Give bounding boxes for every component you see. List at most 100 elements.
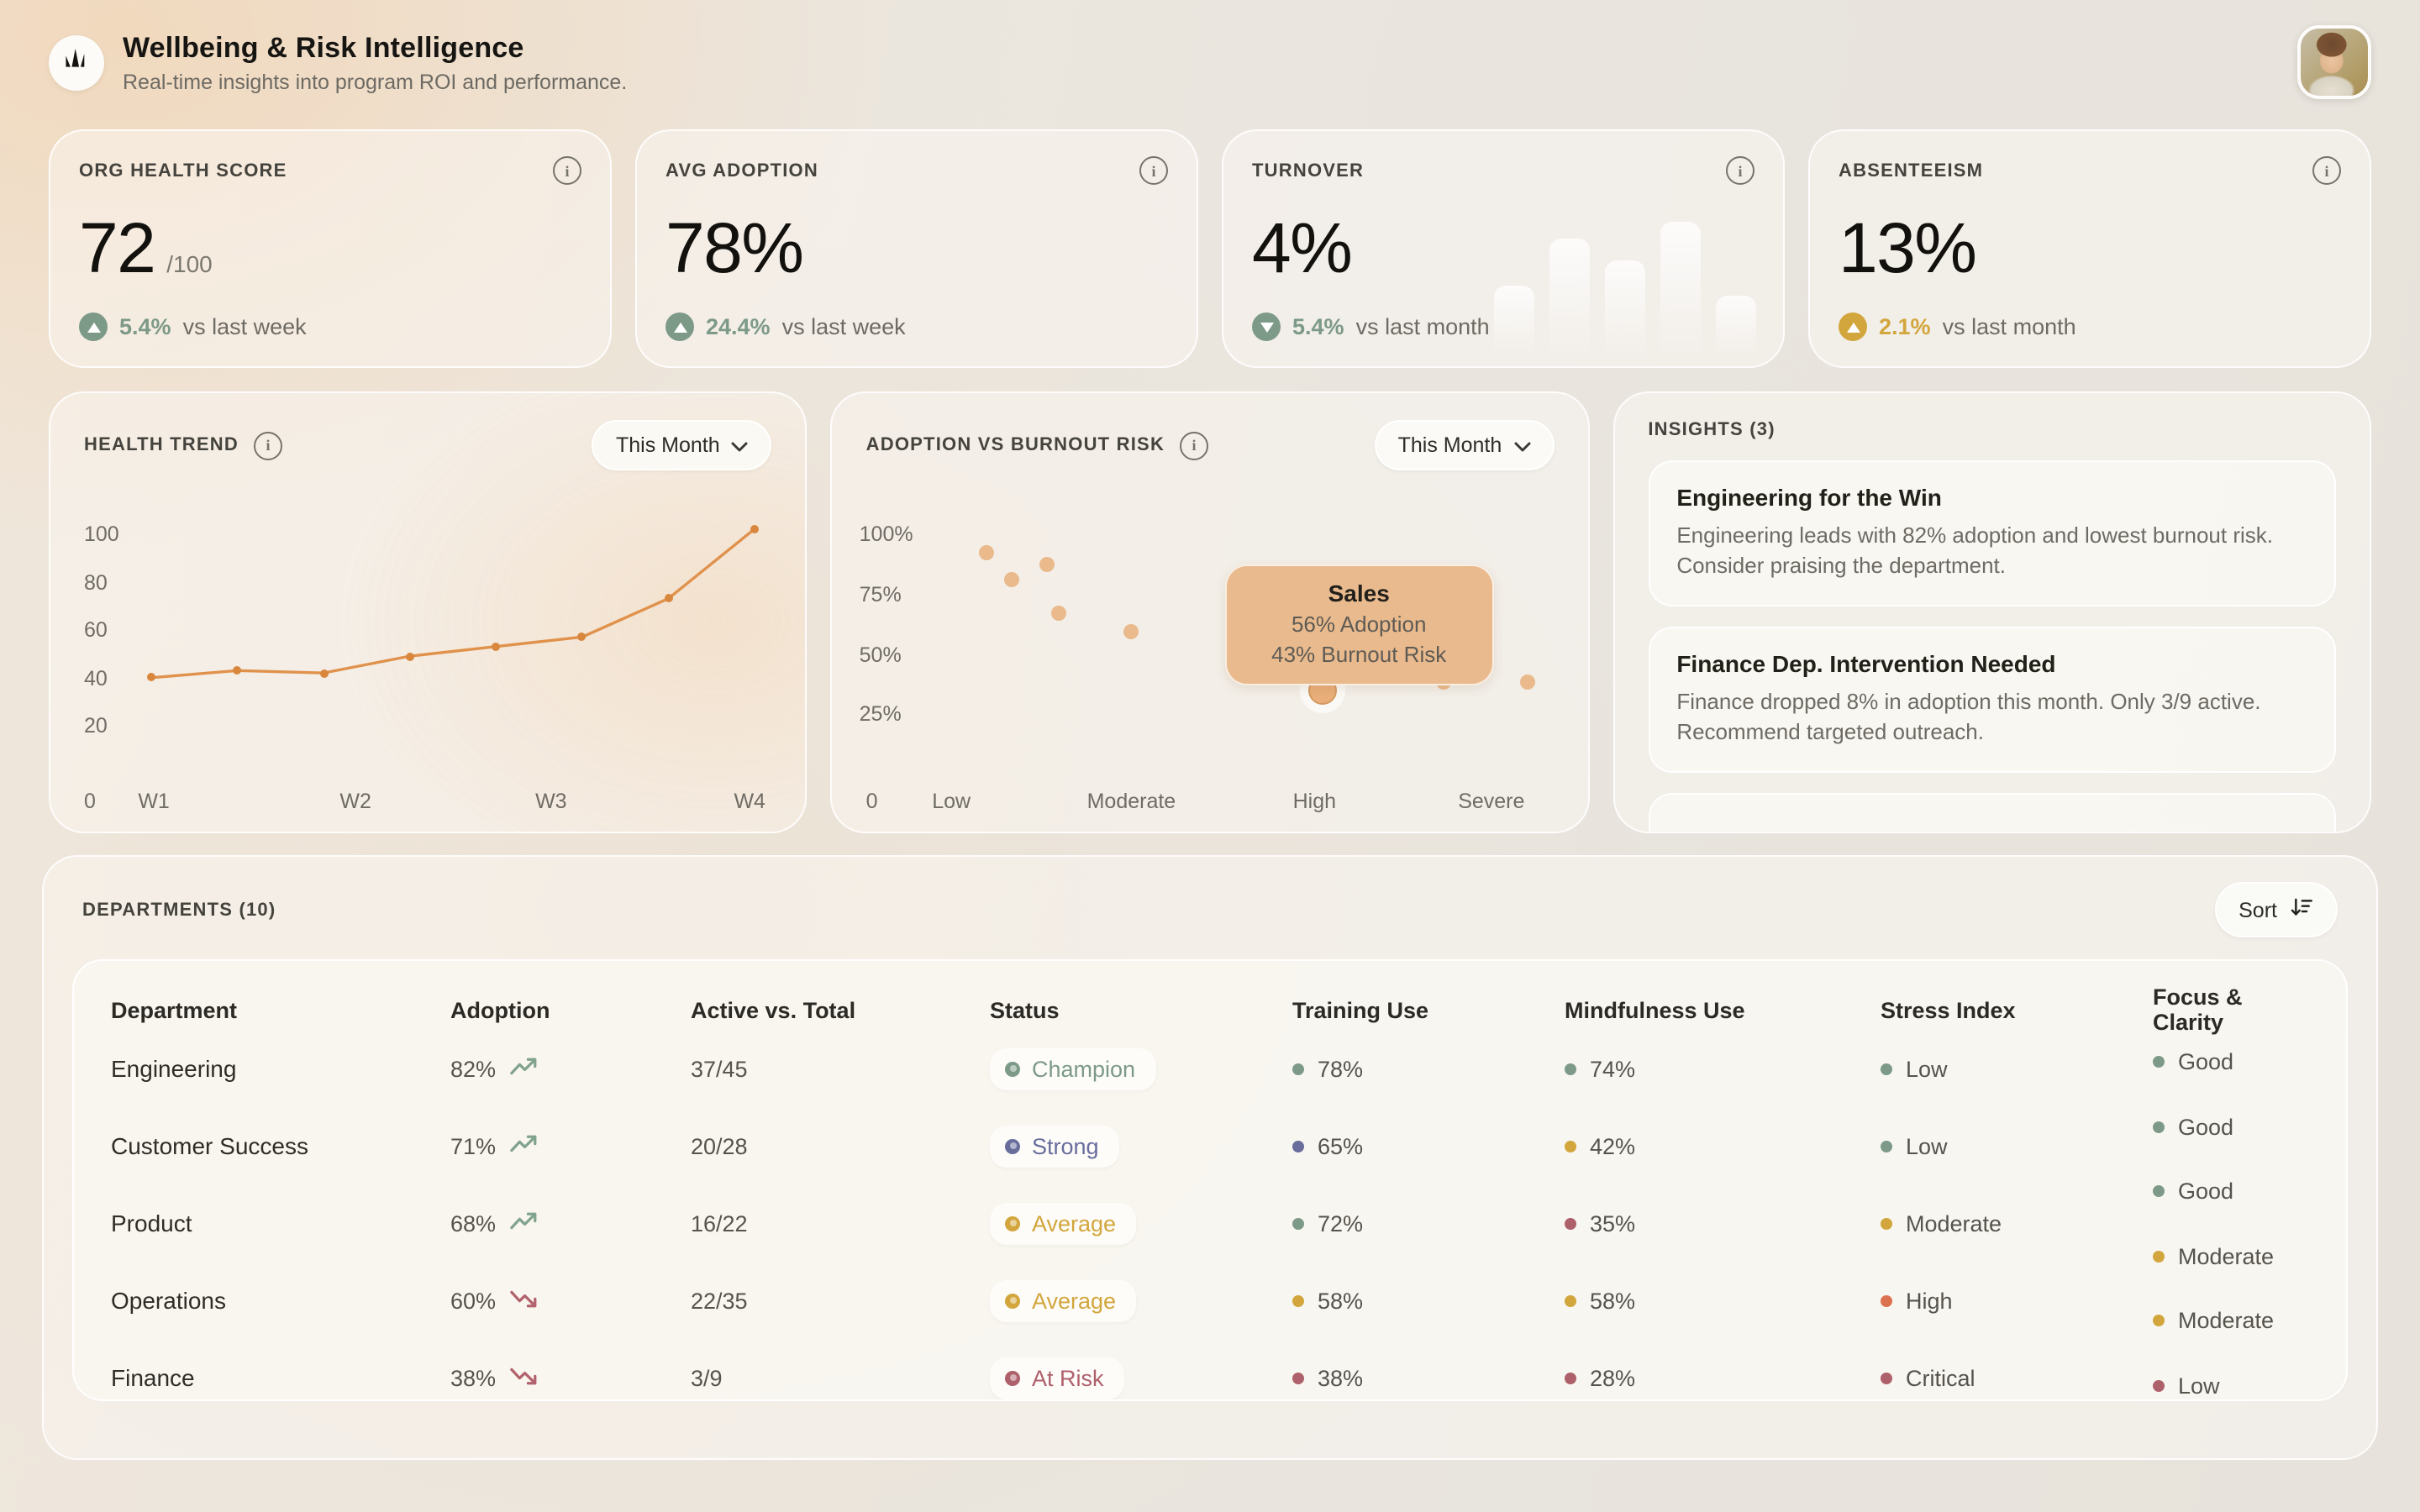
department-name: Finance: [111, 1364, 450, 1391]
stress-dot-icon: [1881, 1372, 1892, 1383]
column-header: Adoption: [450, 997, 691, 1022]
training-value: 78%: [1318, 1056, 1363, 1081]
chevron-down-icon: [1513, 433, 1530, 457]
x-axis-tick: W1: [138, 790, 170, 813]
y-axis-tick: 60: [84, 619, 134, 643]
insights-label: INSIGHTS (3): [1648, 420, 1775, 440]
info-icon[interactable]: i: [1726, 156, 1754, 185]
kpi-card-org-health-score[interactable]: ORG HEALTH SCORE i 72/100 5.4% vs last w…: [49, 129, 612, 368]
focus-clarity-label: Good: [2178, 1179, 2233, 1204]
x-axis-tick: W3: [535, 790, 567, 813]
delta-value: 5.4%: [1292, 314, 1344, 339]
column-header: Training Use: [1292, 997, 1565, 1022]
focus-clarity-label: Good: [2178, 1049, 2233, 1074]
info-icon[interactable]: i: [1180, 431, 1208, 459]
delta-up-icon: [666, 312, 694, 341]
health-trend-plot[interactable]: 10080604020: [145, 507, 765, 776]
status-label: Average: [1032, 1288, 1116, 1313]
focus-clarity-item: Low: [2153, 1373, 2220, 1398]
info-icon[interactable]: i: [1139, 156, 1168, 185]
ghost-bar: [1549, 239, 1590, 353]
department-name: Product: [111, 1210, 450, 1236]
active-total-value: 3/9: [691, 1365, 990, 1390]
scatter-point[interactable]: [1003, 572, 1018, 587]
line-data-point: [664, 595, 672, 603]
stress-dot-icon: [1881, 1063, 1892, 1074]
delta-value: 5.4%: [119, 314, 171, 339]
health-trend-x-axis: 0W1W2W3W4: [145, 790, 765, 820]
tooltip-title: Sales: [1243, 580, 1475, 606]
kpi-card-turnover[interactable]: TURNOVER i 4% 5.4% vs last month: [1222, 129, 1785, 368]
scatter-point[interactable]: [1520, 675, 1535, 690]
kpi-card-absenteeism[interactable]: ABSENTEEISM i 13% 2.1% vs last month: [1808, 129, 2371, 368]
line-data-point: [578, 633, 587, 641]
adoption-burnout-card: ADOPTION VS BURNOUT RISK i This Month Sa…: [831, 391, 1590, 833]
mindfulness-value: 74%: [1590, 1056, 1635, 1081]
scatter-point[interactable]: [980, 545, 995, 560]
period-selector-dropdown[interactable]: This Month: [1375, 420, 1555, 470]
table-body: Engineering 82% 37/45 Champion 78% 74% L…: [111, 1030, 2309, 1401]
insight-card[interactable]: Finance Dep. Intervention NeededFinance …: [1648, 627, 2336, 773]
info-icon[interactable]: i: [254, 431, 282, 459]
scatter-point[interactable]: [1039, 558, 1055, 573]
delta-up-icon: [1839, 312, 1867, 341]
focus-clarity-item: Good: [2153, 1114, 2233, 1139]
mindfulness-dot-icon: [1565, 1372, 1576, 1383]
trend-down-icon: [509, 1365, 541, 1390]
insight-card[interactable]: Engineering for the WinEngineering leads…: [1648, 460, 2336, 606]
header-text: Wellbeing & Risk Intelligence Real-time …: [123, 31, 2297, 93]
line-data-point: [147, 674, 155, 682]
focus-dot-icon: [2153, 1315, 2165, 1326]
sort-label: Sort: [2238, 898, 2277, 921]
department-name: Engineering: [111, 1055, 450, 1082]
insight-card-partial[interactable]: [1648, 793, 2336, 833]
trend-up-icon: [509, 1133, 541, 1158]
insight-title: Engineering for the Win: [1676, 484, 2307, 511]
x-axis-tick: W2: [339, 790, 371, 813]
kpi-label: ORG HEALTH SCORE: [79, 160, 287, 181]
line-data-point: [234, 666, 242, 675]
y-axis-tick: 25%: [860, 703, 910, 727]
stress-value: Moderate: [1906, 1210, 2002, 1236]
focus-clarity-label: Moderate: [2178, 1308, 2274, 1333]
x-axis-tick: Low: [932, 790, 971, 813]
kpi-card-avg-adoption[interactable]: AVG ADOPTION i 78% 24.4% vs last week: [635, 129, 1198, 368]
training-value: 72%: [1318, 1210, 1363, 1236]
status-badge: Champion: [990, 1047, 1155, 1089]
user-avatar[interactable]: [2297, 25, 2371, 99]
scatter-point[interactable]: [1052, 606, 1067, 621]
kpi-label: ABSENTEEISM: [1839, 160, 1983, 181]
period-selector-dropdown[interactable]: This Month: [592, 420, 772, 470]
info-icon[interactable]: i: [2312, 156, 2341, 185]
adoption-value: 68%: [450, 1210, 496, 1236]
y-axis-tick: 50%: [860, 643, 910, 666]
kpi-label: AVG ADOPTION: [666, 160, 818, 181]
scatter-point[interactable]: [1123, 625, 1139, 640]
sort-button[interactable]: Sort: [2215, 882, 2338, 937]
mindfulness-dot-icon: [1565, 1063, 1576, 1074]
period-selector-label: This Month: [616, 433, 720, 457]
table-row[interactable]: Customer Success 71% 20/28 Strong 65% 42…: [111, 1107, 2309, 1184]
table-row[interactable]: Product 68% 16/22 Average 72% 35% Modera…: [111, 1184, 2309, 1262]
department-name: Customer Success: [111, 1132, 450, 1159]
kpi-value: 13%: [1839, 208, 1975, 287]
mindfulness-dot-icon: [1565, 1140, 1576, 1152]
x-axis-origin-label: 0: [84, 790, 96, 813]
table-row[interactable]: Finance 38% 3/9 At Risk 38% 28% Critical: [111, 1339, 2309, 1401]
app-logo[interactable]: [49, 34, 104, 90]
status-dot-icon: [1005, 1138, 1020, 1153]
focus-dot-icon: [2153, 1250, 2165, 1262]
info-icon[interactable]: i: [553, 156, 581, 185]
status-badge: Strong: [990, 1125, 1119, 1167]
table-row[interactable]: Engineering 82% 37/45 Champion 78% 74% L…: [111, 1030, 2309, 1107]
status-badge: At Risk: [990, 1357, 1124, 1399]
training-dot-icon: [1292, 1140, 1304, 1152]
training-value: 38%: [1318, 1365, 1363, 1390]
table-row[interactable]: Operations 60% 22/35 Average 58% 58% Hig…: [111, 1262, 2309, 1339]
y-axis-tick: 80: [84, 570, 134, 594]
mindfulness-value: 35%: [1590, 1210, 1635, 1236]
health-trend-line: [145, 507, 765, 776]
ghost-bars-decoration: [1494, 185, 1756, 353]
adoption-value: 60%: [450, 1288, 496, 1313]
adoption-burnout-plot[interactable]: Sales 56% Adoption 43% Burnout Risk 100%…: [927, 507, 1548, 776]
